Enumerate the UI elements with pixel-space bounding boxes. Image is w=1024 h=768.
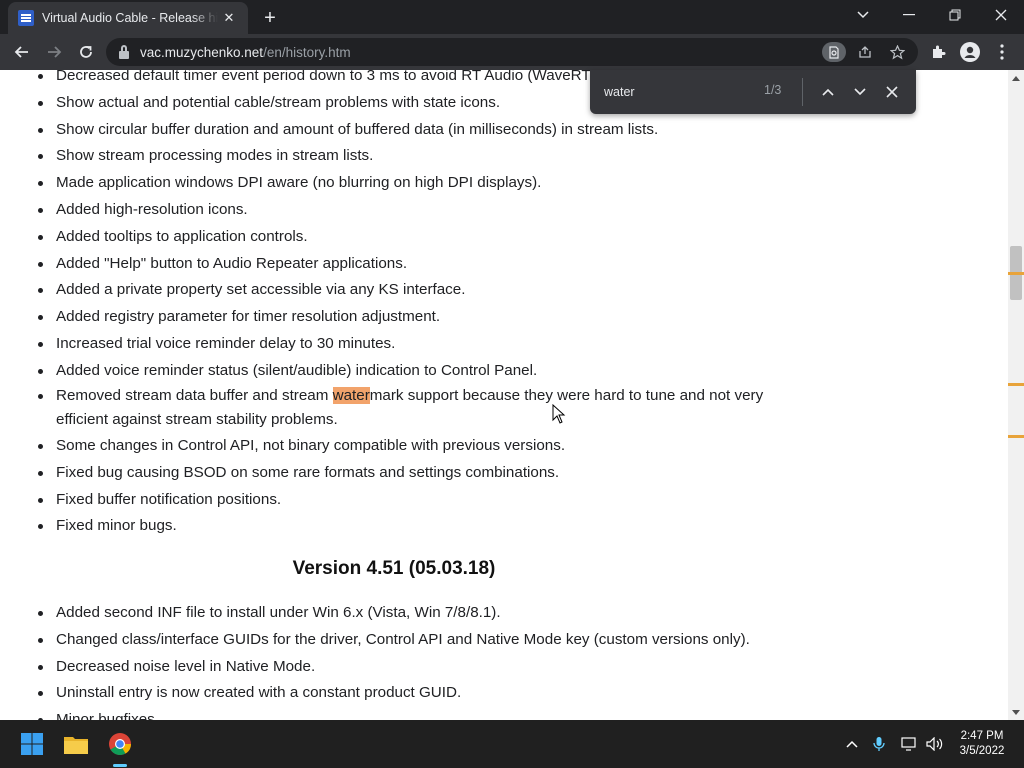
find-match-highlight: water xyxy=(332,387,370,404)
list-item: Minor bugfixes. xyxy=(0,708,1008,720)
list-item: Increased trial voice reminder delay to … xyxy=(0,332,1008,356)
share-icon[interactable] xyxy=(854,42,876,62)
tab-search-button[interactable] xyxy=(840,0,886,30)
vertical-scrollbar[interactable] xyxy=(1008,70,1024,720)
list-item: Fixed minor bugs. xyxy=(0,514,1008,538)
list-item: Uninstall entry is now created with a co… xyxy=(0,681,1008,705)
find-previous-button[interactable] xyxy=(816,80,840,104)
list-item: Added "Help" button to Audio Repeater ap… xyxy=(0,252,1008,276)
minimize-button[interactable] xyxy=(886,0,932,30)
version-4-51-list: Added second INF file to install under W… xyxy=(0,601,1008,720)
system-clock[interactable]: 2:47 PM 3/5/2022 xyxy=(950,729,1014,759)
find-result-marker xyxy=(1008,383,1024,386)
microphone-icon[interactable] xyxy=(869,734,889,754)
list-item: Added tooltips to application controls. xyxy=(0,225,1008,249)
chevron-down-icon xyxy=(857,11,869,19)
chevron-down-icon xyxy=(854,88,866,96)
list-item: Added high-resolution icons. xyxy=(0,198,1008,222)
find-divider xyxy=(802,78,803,106)
release-notes-list-continued: Removed stream data buffer and stream wa… xyxy=(0,384,1008,434)
arrow-right-icon xyxy=(48,46,62,58)
browser-tab[interactable]: Virtual Audio Cable - Release history ✕ xyxy=(8,2,248,34)
list-item: Fixed bug causing BSOD on some rare form… xyxy=(0,461,1008,485)
show-hidden-icons-chevron-icon[interactable] xyxy=(842,734,862,754)
find-input[interactable] xyxy=(604,82,754,102)
restore-button[interactable] xyxy=(932,0,978,30)
list-item: Show circular buffer duration and amount… xyxy=(0,118,1008,142)
list-item-highlighted: Removed stream data buffer and stream wa… xyxy=(0,384,1008,431)
find-in-page-icon[interactable] xyxy=(822,42,846,62)
back-button[interactable] xyxy=(8,38,36,66)
address-bar[interactable]: vac.muzychenko.net/en/history.htm xyxy=(106,38,918,66)
start-windows-icon[interactable] xyxy=(16,728,48,760)
clock-date: 3/5/2022 xyxy=(959,745,1005,757)
find-result-marker xyxy=(1008,435,1024,438)
bookmark-star-icon[interactable] xyxy=(886,42,908,62)
minimize-icon xyxy=(903,14,915,16)
tab-strip: Virtual Audio Cable - Release history ✕ … xyxy=(0,0,1024,34)
close-icon xyxy=(886,86,898,98)
extensions-icon[interactable] xyxy=(924,38,952,66)
list-item: Fixed buffer notification positions. xyxy=(0,488,1008,512)
mouse-cursor-icon xyxy=(552,404,566,424)
clock-time: 2:47 PM xyxy=(960,730,1004,742)
list-item: Added voice reminder status (silent/audi… xyxy=(0,359,1008,383)
version-heading: Version 4.51 (05.03.18) xyxy=(292,558,496,579)
scroll-up-arrow-icon[interactable] xyxy=(1008,70,1024,86)
forward-button[interactable] xyxy=(40,38,68,66)
chrome-browser-icon[interactable] xyxy=(104,728,136,760)
lock-icon xyxy=(118,45,130,59)
list-item: Added second INF file to install under W… xyxy=(0,601,1008,625)
close-window-button[interactable] xyxy=(978,0,1024,30)
windows-taskbar: 2:47 PM 3/5/2022 xyxy=(0,720,1024,768)
find-next-button[interactable] xyxy=(848,80,872,104)
release-notes-list: Decreased default timer event period dow… xyxy=(0,70,1008,386)
url-text: vac.muzychenko.net/en/history.htm xyxy=(140,44,351,60)
list-item: Made application windows DPI aware (no b… xyxy=(0,171,1008,195)
list-item: Show stream processing modes in stream l… xyxy=(0,144,1008,168)
list-item: Decreased noise level in Native Mode. xyxy=(0,655,1008,679)
chevron-up-icon xyxy=(822,88,834,96)
release-notes-list-tail: Some changes in Control API, not binary … xyxy=(0,434,1008,541)
active-app-indicator xyxy=(113,764,127,767)
find-result-marker xyxy=(1008,272,1024,275)
list-item: Some changes in Control API, not binary … xyxy=(0,434,1008,458)
list-item: Added registry parameter for timer resol… xyxy=(0,305,1008,329)
list-item: Added a private property set accessible … xyxy=(0,278,1008,302)
new-tab-button[interactable]: + xyxy=(258,6,282,30)
volume-speaker-icon[interactable] xyxy=(925,734,945,754)
arrow-left-icon xyxy=(14,46,28,58)
reload-button[interactable] xyxy=(72,38,100,66)
restore-icon xyxy=(949,9,961,21)
reload-icon xyxy=(80,46,92,58)
scroll-down-arrow-icon[interactable] xyxy=(1008,704,1024,720)
file-explorer-icon[interactable] xyxy=(60,728,92,760)
network-icon[interactable] xyxy=(900,734,920,754)
browser-toolbar: vac.muzychenko.net/en/history.htm xyxy=(0,34,1024,70)
find-bar: 1/3 xyxy=(590,70,916,114)
close-icon xyxy=(995,9,1007,21)
page-content: Decreased default timer event period dow… xyxy=(0,70,1008,720)
menu-kebab-icon[interactable] xyxy=(988,38,1016,66)
profile-avatar-icon[interactable] xyxy=(956,38,984,66)
list-item: Changed class/interface GUIDs for the dr… xyxy=(0,628,1008,652)
tab-close-icon[interactable]: ✕ xyxy=(220,9,238,27)
find-close-button[interactable] xyxy=(880,80,904,104)
tab-title: Virtual Audio Cable - Release history xyxy=(42,11,218,25)
site-favicon-icon xyxy=(18,10,34,26)
find-match-count: 1/3 xyxy=(764,83,782,97)
